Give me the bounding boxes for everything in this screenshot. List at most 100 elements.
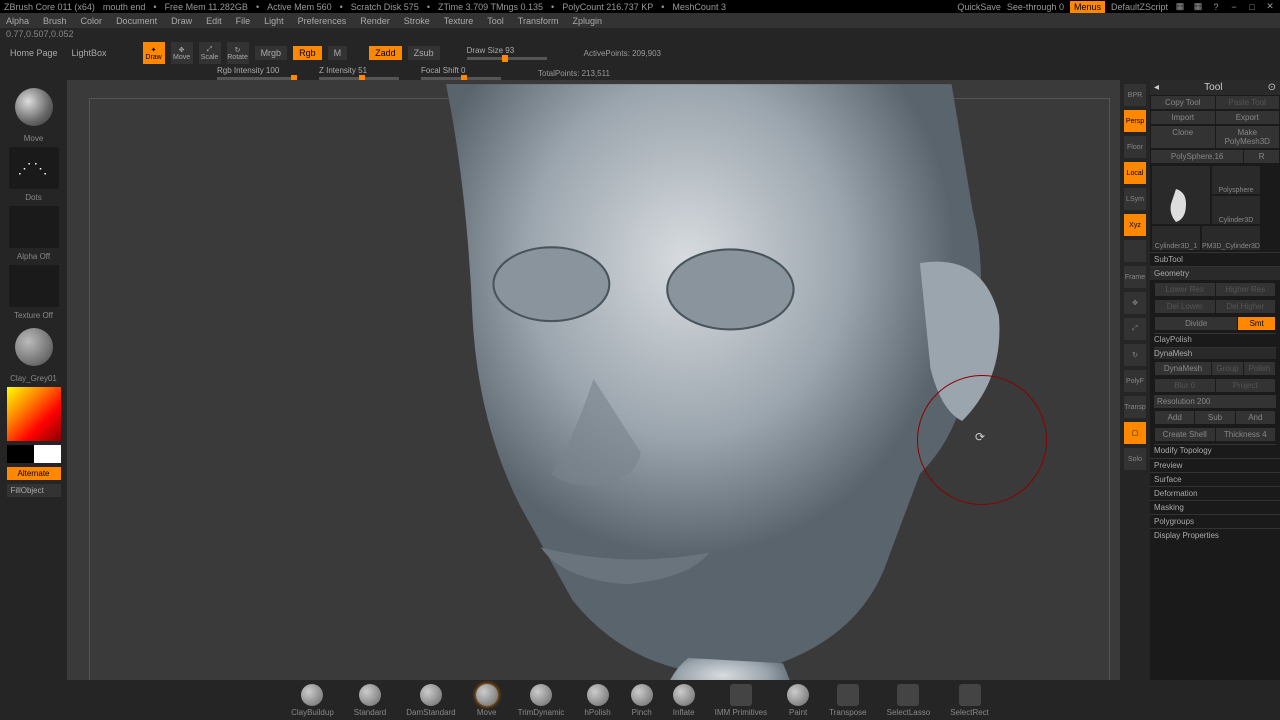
tool-panel-title[interactable]: ◂Tool⊙ (1150, 80, 1280, 95)
menu-brush[interactable]: Brush (43, 16, 67, 26)
thickness-field[interactable]: Thickness 4 (1216, 428, 1276, 441)
nav1[interactable]: ✥ (1124, 292, 1146, 314)
sub-button[interactable]: Sub (1195, 411, 1234, 424)
brush-pinch[interactable]: Pinch (631, 684, 653, 717)
swatch-white[interactable] (34, 445, 61, 463)
rgb-intensity-slider[interactable]: Rgb Intensity 100 (217, 66, 297, 80)
thumb-main[interactable] (1152, 166, 1210, 224)
brush-claybuildup[interactable]: ClayBuildup (291, 684, 334, 717)
alternate-button[interactable]: Alternate (7, 467, 61, 480)
brush-imm[interactable]: IMM Primitives (715, 684, 767, 717)
thumb-1[interactable]: Polysphere (1212, 166, 1260, 194)
section-display[interactable]: Display Properties (1150, 528, 1280, 542)
higher-res[interactable]: Higher Res (1216, 283, 1276, 296)
menus-toggle[interactable]: Menus (1070, 1, 1105, 13)
import-button[interactable]: Import (1151, 111, 1215, 124)
menu-stroke[interactable]: Stroke (404, 16, 430, 26)
quicksave-button[interactable]: QuickSave (957, 2, 1001, 12)
section-dynamesh[interactable]: DynaMesh (1154, 347, 1276, 359)
section-geometry[interactable]: Geometry (1150, 266, 1280, 280)
m-button[interactable]: M (328, 46, 348, 60)
brush-trimdynamic[interactable]: TrimDynamic (518, 684, 565, 717)
paste-tool[interactable]: Paste Tool (1216, 96, 1280, 109)
help-icon[interactable]: ? (1210, 2, 1222, 12)
draw-size-slider[interactable]: Draw Size 93 (467, 46, 547, 60)
menu-file[interactable]: File (236, 16, 251, 26)
fillobject-button[interactable]: FillObject (7, 484, 61, 497)
section-subtool[interactable]: SubTool (1150, 252, 1280, 266)
dynamesh-button[interactable]: DynaMesh (1155, 362, 1211, 375)
texture-slot[interactable] (9, 265, 59, 307)
and-button[interactable]: And (1236, 411, 1275, 424)
local-button[interactable]: Local (1124, 162, 1146, 184)
create-shell[interactable]: Create Shell (1155, 428, 1215, 441)
tab-home[interactable]: Home Page (6, 46, 62, 60)
tab-lightbox[interactable]: LightBox (68, 46, 111, 60)
brush-move[interactable]: Move (476, 684, 498, 717)
menu-edit[interactable]: Edit (206, 16, 222, 26)
lsym-button[interactable]: LSym (1124, 188, 1146, 210)
project-button[interactable]: Project (1216, 379, 1276, 392)
resolution-field[interactable]: Resolution 200 (1154, 395, 1276, 408)
layout-icon[interactable]: ▦ (1174, 2, 1186, 12)
polish-button[interactable]: Polish (1244, 362, 1275, 375)
smt-button[interactable]: Smt (1238, 317, 1275, 330)
menu-alpha[interactable]: Alpha (6, 16, 29, 26)
draw-mode[interactable]: ✦Draw (143, 42, 165, 64)
focal-shift-slider[interactable]: Focal Shift 0 (421, 66, 501, 80)
brush-damstandard[interactable]: DamStandard (406, 684, 455, 717)
bpr-button[interactable]: BPR (1124, 84, 1146, 106)
brush-transpose[interactable]: Transpose (829, 684, 867, 717)
group-button[interactable]: Group (1212, 362, 1243, 375)
make-polymesh[interactable]: Make PolyMesh3D (1216, 126, 1280, 148)
nav3[interactable]: ↻ (1124, 344, 1146, 366)
section-deformation[interactable]: Deformation (1150, 486, 1280, 500)
swatch-black[interactable] (7, 445, 34, 463)
section-modify-topo[interactable]: Modify Topology (1154, 444, 1276, 456)
floor-button[interactable]: Floor (1124, 136, 1146, 158)
section-surface[interactable]: Surface (1150, 472, 1280, 486)
brush-selectlasso[interactable]: SelectLasso (887, 684, 931, 717)
menu-light[interactable]: Light (264, 16, 284, 26)
color-picker[interactable] (7, 387, 61, 441)
blank1[interactable] (1124, 240, 1146, 262)
section-masking[interactable]: Masking (1150, 500, 1280, 514)
menu-draw[interactable]: Draw (171, 16, 192, 26)
menu-texture[interactable]: Texture (444, 16, 474, 26)
seethrough[interactable]: See-through 0 (1007, 2, 1064, 12)
solo-button[interactable]: Solo (1124, 448, 1146, 470)
scale-mode[interactable]: ⤢Scale (199, 42, 221, 64)
brush-preview[interactable] (15, 88, 53, 126)
thumb-2[interactable]: Cylinder3D (1212, 196, 1260, 224)
brush-standard[interactable]: Standard (354, 684, 386, 717)
blur-field[interactable]: Blur 0 (1155, 379, 1215, 392)
brush-inflate[interactable]: Inflate (673, 684, 695, 717)
canvas[interactable]: ⟳ (67, 80, 1120, 720)
thumb-3[interactable]: Cylinder3D_1 (1152, 226, 1200, 250)
alpha-slot[interactable] (9, 206, 59, 248)
layout2-icon[interactable]: ▦ (1192, 2, 1204, 12)
menu-transform[interactable]: Transform (518, 16, 559, 26)
zadd-button[interactable]: Zadd (369, 46, 402, 60)
copy-tool[interactable]: Copy Tool (1151, 96, 1215, 109)
r-button[interactable]: R (1244, 150, 1279, 163)
brush-paint[interactable]: Paint (787, 684, 809, 717)
rotate-mode[interactable]: ↻Rotate (227, 42, 249, 64)
stroke-preview[interactable]: ⋰⋱ (9, 147, 59, 189)
add-button[interactable]: Add (1155, 411, 1194, 424)
divide-button[interactable]: Divide (1155, 317, 1237, 330)
transp-button[interactable]: Transp (1124, 396, 1146, 418)
mrgb-button[interactable]: Mrgb (255, 46, 288, 60)
persp-button[interactable]: Persp (1124, 110, 1146, 132)
brush-selectrect[interactable]: SelectRect (950, 684, 989, 717)
section-polygroups[interactable]: Polygroups (1150, 514, 1280, 528)
brush-hpolish[interactable]: hPolish (584, 684, 610, 717)
thumb-4[interactable]: PM3D_Cylinder3D (1202, 226, 1260, 250)
ghost-button[interactable]: ▢ (1124, 422, 1146, 444)
del-lower[interactable]: Del Lower (1155, 300, 1215, 313)
default-script[interactable]: DefaultZScript (1111, 2, 1168, 12)
menu-document[interactable]: Document (116, 16, 157, 26)
material-preview[interactable] (15, 328, 53, 366)
menu-color[interactable]: Color (81, 16, 103, 26)
section-preview[interactable]: Preview (1150, 458, 1280, 472)
